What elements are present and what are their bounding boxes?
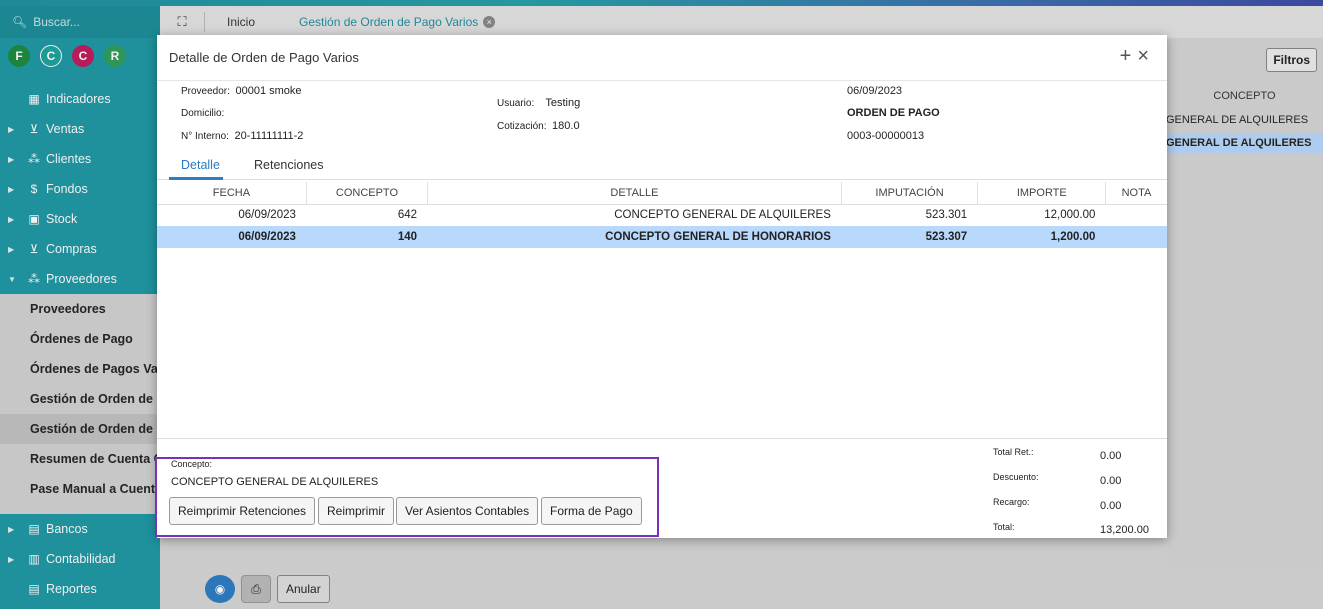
forma-de-pago-button[interactable]: Forma de Pago (541, 497, 642, 525)
cell-nota (1105, 226, 1167, 248)
concepto-value: CONCEPTO GENERAL DE ALQUILERES (171, 476, 379, 488)
total-value: 13,200.00 (1100, 524, 1149, 536)
cell-importe: 12,000.00 (1044, 209, 1096, 222)
cell-concepto: 642 (397, 209, 418, 222)
tab-retenciones[interactable]: Retenciones (254, 158, 324, 172)
descuento-label: Descuento: (993, 472, 1039, 482)
cell-nota (1106, 204, 1167, 226)
concepto-label: Concepto: (171, 459, 213, 469)
modal-footer: Concepto: CONCEPTO GENERAL DE ALQUILERES… (155, 438, 1167, 538)
tab-detalle[interactable]: Detalle (181, 158, 220, 172)
modal-header: Detalle de Orden de Pago Varios +× (157, 35, 1167, 81)
ver-asientos-contables-button[interactable]: Ver Asientos Contables (396, 497, 539, 525)
table-row[interactable]: 06/09/2023 642 CONCEPTO GENERAL DE ALQUI… (157, 204, 1167, 226)
descuento-value: 0.00 (1100, 475, 1122, 487)
close-icon[interactable]: × (1137, 45, 1155, 67)
total-label: Total: (993, 522, 1015, 532)
column-header[interactable]: NOTA (1105, 182, 1167, 205)
column-header[interactable]: IMPORTE (977, 182, 1107, 205)
plus-icon[interactable]: + (1120, 45, 1138, 67)
cell-importe: 1,200.00 (977, 226, 1106, 248)
cell-imputacion: 523.301 (925, 209, 968, 222)
modal-title: Detalle de Orden de Pago Varios (169, 50, 359, 65)
usuario-row: Usuario: Testing (497, 97, 581, 109)
reimprimir-button[interactable]: Reimprimir (318, 497, 394, 525)
numero-documento: 0003-00000013 (847, 130, 925, 142)
cell-fecha: 06/09/2023 (157, 226, 307, 248)
proveedor-row: Proveedor: 00001 smoke (181, 85, 302, 97)
detail-tabs: Detalle Retenciones (157, 152, 1167, 180)
column-header[interactable]: IMPUTACIÓN (841, 182, 979, 205)
column-header[interactable]: FECHA (157, 182, 307, 205)
detalle-orden-pago-modal: Detalle de Orden de Pago Varios +× Prove… (155, 35, 1167, 538)
cell-concepto: 140 (306, 226, 428, 248)
cell-detalle: CONCEPTO GENERAL DE ALQUILERES (614, 209, 831, 222)
total-ret-label: Total Ret.: (993, 447, 1034, 457)
active-tab-indicator (169, 177, 223, 180)
cell-detalle: CONCEPTO GENERAL DE HONORARIOS (427, 226, 842, 248)
tipo-documento: ORDEN DE PAGO (847, 107, 940, 119)
table-row-selected[interactable]: 06/09/2023 140 CONCEPTO GENERAL DE HONOR… (157, 226, 1167, 248)
cell-fecha: 06/09/2023 (238, 209, 296, 222)
column-header[interactable]: CONCEPTO (306, 182, 429, 205)
cell-imputacion: 523.307 (841, 226, 978, 248)
recargo-value: 0.00 (1100, 500, 1122, 512)
cotizacion-row: Cotización: 180.0 (497, 120, 580, 132)
detalle-table: FECHA CONCEPTO DETALLE IMPUTACIÓN IMPORT… (157, 182, 1167, 248)
fecha-value: 06/09/2023 (847, 85, 903, 97)
domicilio-label: Domicilio: (181, 108, 225, 119)
total-ret-value: 0.00 (1100, 450, 1122, 462)
column-header[interactable]: DETALLE (427, 182, 842, 205)
interno-row: N° Interno: 20-11111111-2 (181, 130, 304, 142)
concepto-actions-box: Concepto: CONCEPTO GENERAL DE ALQUILERES… (155, 457, 659, 537)
reimprimir-retenciones-button[interactable]: Reimprimir Retenciones (169, 497, 316, 525)
recargo-label: Recargo: (993, 497, 1030, 507)
